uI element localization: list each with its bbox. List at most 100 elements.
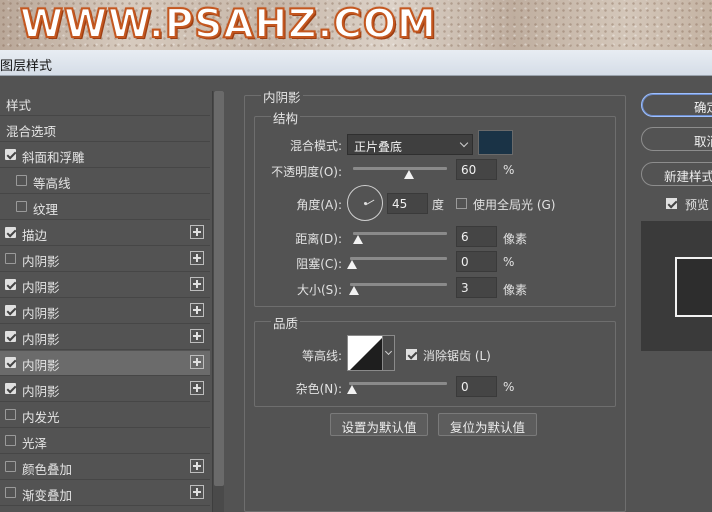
sidebar-item[interactable]: 内阴影 (0, 273, 210, 298)
scrollbar-thumb[interactable] (214, 91, 224, 486)
add-effect-icon[interactable] (190, 329, 204, 343)
add-effect-icon[interactable] (190, 277, 204, 291)
size-input[interactable]: 3 (456, 277, 497, 298)
style-preview-thumbnail (641, 221, 712, 351)
angle-dial[interactable] (347, 185, 383, 221)
sidebar-item[interactable]: 内阴影 (0, 325, 210, 350)
sidebar-item[interactable]: 描边 (0, 221, 210, 246)
sidebar-item[interactable]: 内阴影 (0, 247, 210, 272)
add-effect-icon[interactable] (190, 303, 204, 317)
sidebar-item-checkbox[interactable] (5, 279, 16, 290)
watermark-banner: WWW.PSAHZ.COM (0, 0, 712, 50)
add-effect-icon[interactable] (190, 381, 204, 395)
noise-slider-thumb[interactable] (347, 385, 357, 394)
antialias-checkbox[interactable] (406, 349, 417, 360)
sidebar-item-checkbox[interactable] (5, 435, 16, 446)
blend-mode-label: 混合模式: (289, 139, 342, 153)
choke-input[interactable]: 0 (456, 251, 497, 272)
antialias-label[interactable]: 消除锯齿 (L) (423, 347, 491, 364)
sidebar-item[interactable]: 内阴影 (0, 351, 210, 376)
choke-label: 阻塞(C): (296, 257, 342, 271)
distance-label: 距离(D): (295, 232, 342, 246)
sidebar-item[interactable]: 内阴影 (0, 299, 210, 324)
blend-mode-select[interactable]: 正片叠底 (347, 134, 473, 155)
noise-label: 杂色(N): (295, 382, 342, 396)
add-effect-icon[interactable] (190, 225, 204, 239)
sidebar-item-checkbox[interactable] (5, 409, 16, 420)
angle-input[interactable]: 45 (387, 193, 428, 214)
add-effect-icon[interactable] (190, 485, 204, 499)
style-list-scrollbar[interactable] (212, 91, 224, 512)
size-slider[interactable] (350, 283, 447, 286)
add-effect-icon[interactable] (190, 355, 204, 369)
sidebar-item-checkbox[interactable] (5, 253, 16, 264)
sidebar-item-checkbox[interactable] (5, 357, 16, 368)
noise-unit: % (503, 380, 515, 394)
sidebar-item-checkbox[interactable] (5, 383, 16, 394)
sidebar-item-checkbox[interactable] (5, 487, 16, 498)
sidebar-item-label: 内阴影 (22, 384, 60, 399)
distance-slider-thumb[interactable] (353, 235, 363, 244)
add-effect-icon[interactable] (190, 459, 204, 473)
set-default-button[interactable]: 设置为默认值 (330, 413, 428, 436)
preview-checkbox[interactable] (666, 198, 677, 209)
sidebar-item-checkbox[interactable] (5, 149, 16, 160)
global-light-checkbox[interactable] (456, 198, 467, 209)
sidebar-item-label: 斜面和浮雕 (22, 150, 85, 165)
add-effect-icon[interactable] (190, 251, 204, 265)
dialog-title-bar[interactable]: 图层样式 (0, 50, 712, 76)
cancel-button-label: 取消 (694, 134, 712, 149)
sidebar-item-label: 内阴影 (22, 306, 60, 321)
choke-slider-thumb[interactable] (347, 260, 357, 269)
opacity-input[interactable]: 60 (456, 159, 497, 180)
sidebar-item-checkbox[interactable] (16, 201, 27, 212)
global-light-label[interactable]: 使用全局光 (G) (473, 196, 555, 213)
sidebar-item[interactable]: 内发光 (0, 403, 210, 428)
sidebar-item[interactable]: 内阴影 (0, 377, 210, 402)
sidebar-item-label: 内阴影 (22, 358, 60, 373)
cancel-button[interactable]: 取消 (641, 127, 712, 151)
sidebar-item-label: 颜色叠加 (22, 462, 73, 477)
angle-dial-center (364, 202, 367, 205)
sidebar-item[interactable]: 渐变叠加 (0, 481, 210, 506)
distance-input[interactable]: 6 (456, 226, 497, 247)
reset-default-button[interactable]: 复位为默认值 (438, 413, 537, 436)
sidebar-item[interactable]: 样式 (0, 91, 210, 116)
sidebar-item-label: 光泽 (22, 436, 48, 451)
contour-dropdown[interactable] (383, 335, 395, 371)
panel-title: 内阴影 (261, 87, 303, 106)
choke-slider[interactable] (350, 257, 447, 260)
sidebar-item[interactable]: 等高线 (0, 169, 210, 194)
contour-picker[interactable] (347, 335, 383, 371)
noise-input[interactable]: 0 (456, 376, 497, 397)
chevron-down-icon (384, 347, 393, 356)
ok-button[interactable]: 确定 (641, 93, 712, 117)
noise-slider[interactable] (349, 382, 447, 385)
structure-legend: 结构 (271, 108, 301, 127)
sidebar-item-label: 纹理 (33, 202, 59, 217)
dialog-title: 图层样式 (0, 59, 53, 74)
sidebar-item[interactable]: 混合选项 (0, 117, 210, 142)
sidebar-item-checkbox[interactable] (5, 305, 16, 316)
opacity-slider[interactable] (353, 167, 447, 170)
sidebar-item-checkbox[interactable] (5, 331, 16, 342)
sidebar-item-checkbox[interactable] (5, 227, 16, 238)
shadow-color-swatch[interactable] (478, 130, 513, 155)
new-style-button[interactable]: 新建样式 (641, 162, 712, 186)
size-unit: 像素 (503, 283, 528, 297)
distance-slider[interactable] (353, 232, 447, 235)
sidebar-item-checkbox[interactable] (16, 175, 27, 186)
blend-mode-value: 正片叠底 (354, 140, 403, 154)
size-slider-thumb[interactable] (349, 286, 359, 295)
opacity-slider-thumb[interactable] (404, 170, 415, 179)
sidebar-item[interactable]: 斜面和浮雕 (0, 143, 210, 168)
contour-label: 等高线: (301, 349, 342, 363)
sidebar-item-checkbox[interactable] (5, 461, 16, 472)
sidebar-item-label: 描边 (22, 228, 48, 243)
preview-label[interactable]: 预览 (685, 196, 709, 213)
sidebar-item[interactable]: 颜色叠加 (0, 455, 210, 480)
sidebar-item-label: 等高线 (33, 176, 71, 191)
sidebar-item[interactable]: 光泽 (0, 429, 210, 454)
sidebar-item-label: 内发光 (22, 410, 60, 425)
sidebar-item[interactable]: 纹理 (0, 195, 210, 220)
